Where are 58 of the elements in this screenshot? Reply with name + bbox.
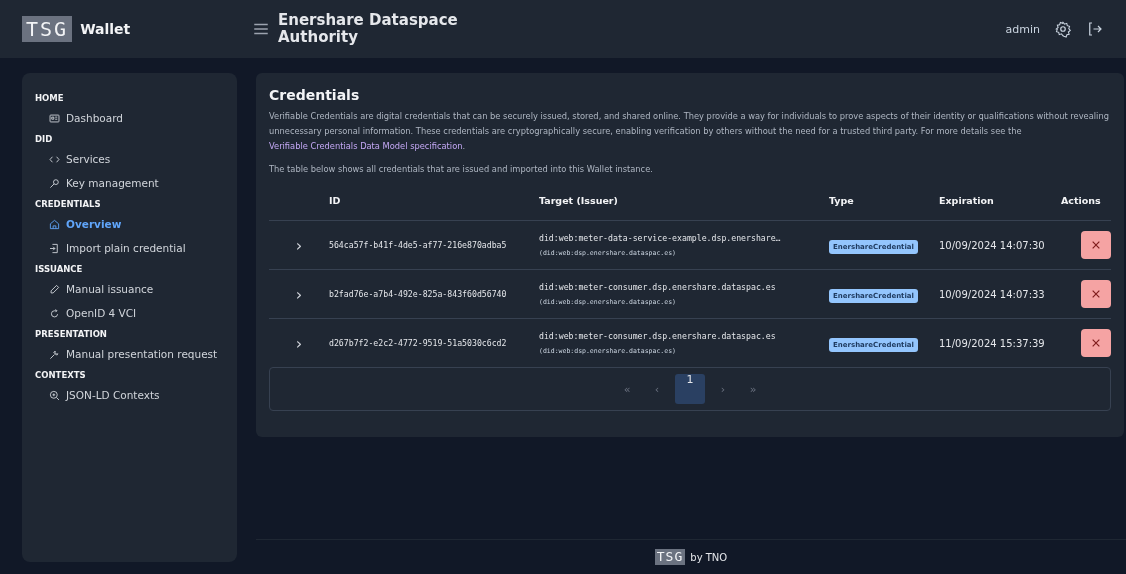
footer-text: by TNO [690, 551, 728, 563]
credential-id: 564ca57f-b41f-4de5-af77-216e870adba5 [329, 240, 507, 250]
page-title: Enershare Dataspace Authority [278, 12, 459, 46]
footer-logo: TSG [654, 549, 686, 565]
settings-icon[interactable] [1054, 20, 1072, 38]
credential-id: b2fad76e-a7b4-492e-825a-843f60d56740 [329, 289, 507, 299]
credential-id: d267b7f2-e2c2-4772-9519-51a5030c6cd2 [329, 338, 507, 348]
column-header: Type [829, 195, 939, 221]
refresh-icon [49, 307, 60, 319]
expand-toggle[interactable]: › [295, 284, 303, 304]
expiration-date: 11/09/2024 15:37:39 [939, 337, 1045, 349]
table-note: The table below shows all credentials that are issued and imported into this Wallet instance. [269, 163, 654, 176]
sidebar-item[interactable]: Key management [35, 171, 224, 195]
card-title: Credentials [269, 87, 361, 103]
section-heading: PRESENTATION [35, 328, 108, 341]
sidebar-item[interactable]: Import plain credential [35, 236, 224, 260]
sidebar-item[interactable]: Services [35, 147, 224, 171]
intro-paragraph: Verifiable Credentials are digital credentials that can be securely issued, stored, and shared online. They provide a way for individuals to prove aspects of their identity or qualifications without revealing unnecessary personal information. These credentials are cryptographically secure, enabling verification by others without the need for a trusted third party. For more details see the Verifiable Credentials Data Model specification. [269, 110, 1110, 153]
delete-button[interactable] [1081, 329, 1111, 357]
close-icon [1091, 240, 1101, 250]
section-heading: DID [35, 133, 54, 146]
import-icon [49, 242, 60, 254]
delete-button[interactable] [1081, 280, 1111, 308]
pencil-icon [49, 283, 60, 295]
sidebar-item[interactable]: Dashboard [35, 106, 224, 130]
home-icon [49, 218, 60, 230]
section-heading: CREDENTIALS [35, 198, 102, 211]
logout-icon[interactable] [1086, 20, 1104, 38]
column-header: Target (Issuer) [539, 195, 829, 221]
close-icon [1091, 338, 1101, 348]
section-heading: ISSUANCE [35, 263, 84, 276]
sidebar-item[interactable]: Manual issuance [35, 277, 224, 301]
sidebar-item[interactable]: Manual presentation request [35, 342, 224, 366]
target-did: did:web:meter-data-service-example.dsp.enershare… [539, 233, 782, 243]
app-name: Wallet [80, 21, 131, 37]
expand-toggle[interactable]: › [295, 235, 303, 255]
expiration-date: 10/09/2024 14:07:30 [939, 239, 1045, 251]
zoom-icon [49, 389, 60, 401]
close-icon [1091, 289, 1101, 299]
delete-button[interactable] [1081, 231, 1111, 259]
user-name: admin [1005, 22, 1040, 36]
target-did: did:web:meter-consumer.dsp.enershare.dataspac.es [539, 282, 777, 292]
logo: TSG [22, 16, 73, 42]
sidebar-item[interactable]: OpenID 4 VCI [35, 301, 224, 325]
expand-toggle[interactable]: › [295, 333, 303, 353]
key-icon [49, 177, 60, 189]
card-icon [49, 112, 60, 124]
sidebar-item[interactable]: Overview [35, 212, 224, 236]
section-heading: HOME [35, 92, 65, 105]
section-heading: CONTEXTS [35, 369, 87, 382]
column-header: ID [329, 195, 539, 221]
expiration-date: 10/09/2024 14:07:33 [939, 288, 1045, 300]
page-button[interactable]: 1 [675, 374, 705, 404]
target-did: did:web:meter-consumer.dsp.enershare.dataspac.es [539, 331, 777, 341]
column-header: Actions [1061, 195, 1111, 221]
column-header: Expiration [939, 195, 1061, 221]
wrench-icon [49, 348, 60, 360]
sidebar-item[interactable]: JSON-LD Contexts [35, 383, 224, 407]
